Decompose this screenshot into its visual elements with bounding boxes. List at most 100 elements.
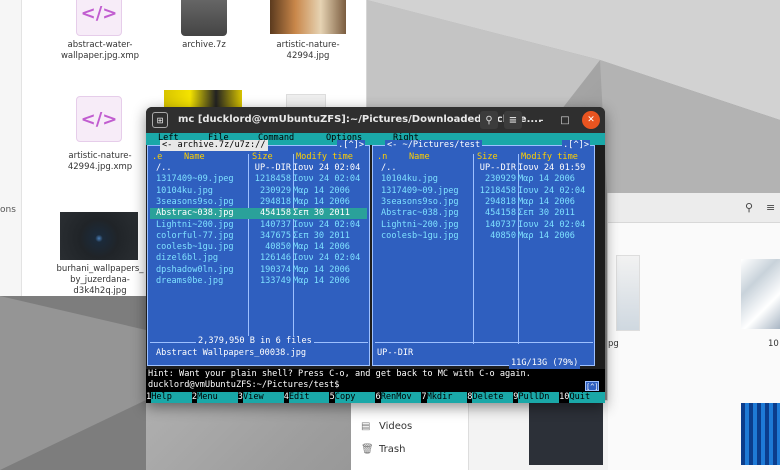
file-name: coolesb~1gu.jpg (156, 242, 234, 253)
fkey-delete[interactable]: 8Delete (467, 392, 514, 403)
file-label[interactable]: pg (608, 339, 619, 349)
file-mtime: Ιουν 24 02:04 (293, 219, 361, 230)
left-panel[interactable]: <- archive.7z/u7z:// .[^]> .e Name Size … (147, 140, 370, 366)
file-size: 454158 (259, 208, 291, 219)
file-name: 1317409~09.jpeg (156, 174, 234, 185)
hamburger-menu-icon[interactable]: ≡ (504, 111, 522, 129)
archive-file-icon[interactable] (181, 0, 227, 36)
fkey-copy[interactable]: 5Copy (329, 392, 376, 403)
file-row[interactable]: dpshadow0ln.jpg 190374 Μαρ 14 2006 (150, 265, 367, 276)
right-panel-corner[interactable]: .[^]> (562, 140, 590, 152)
file-row[interactable]: 3seasons9so.jpg 294818 Μαρ 14 2006 (150, 197, 367, 208)
search-icon[interactable]: ⚲ (745, 201, 753, 214)
search-icon[interactable]: ⚲ (480, 111, 498, 129)
file-name: coolesb~1gu.jpg (381, 230, 459, 241)
image-thumbnail[interactable] (741, 403, 780, 465)
column-header-name[interactable]: Name (409, 152, 430, 163)
file-row[interactable]: 10104ku.jpg 230929 Μαρ 14 2006 (375, 174, 592, 185)
fkey-mkdir[interactable]: 7Mkdir (421, 392, 468, 403)
file-mtime: Σεπ 30 2011 (518, 208, 575, 219)
file-size: 140737 (259, 219, 291, 230)
file-row[interactable]: Abstrac~038.jpg 454158 Σεπ 30 2011 (150, 208, 367, 220)
sidebar-item-videos[interactable]: ▤ Videos (361, 421, 412, 432)
file-row[interactable]: 1317409~09.jpeg 1218458 Ιουν 24 02:04 (150, 174, 367, 185)
fkey-label: Menu (197, 392, 238, 403)
fkey-label: Quit (569, 392, 605, 403)
file-row[interactable]: coolesb~1gu.jpg 40850 Μαρ 14 2006 (150, 242, 367, 253)
file-size: 230929 (259, 185, 291, 196)
terminal-titlebar[interactable]: ⊞ mc [ducklord@vmUbuntuZFS]:~/Pictures/D… (146, 107, 605, 133)
menu-icon[interactable]: ≡ (766, 201, 775, 214)
xmp-file-icon[interactable]: </> (76, 96, 122, 142)
image-thumbnail[interactable] (60, 212, 138, 260)
left-panel-corner[interactable]: .[^]> (337, 140, 365, 152)
file-row[interactable]: dreams0be.jpg 133749 Μαρ 14 2006 (150, 276, 367, 287)
column-header-size[interactable]: Size (477, 152, 498, 163)
file-label[interactable]: archive.7z (158, 40, 250, 51)
fkey-edit[interactable]: 4Edit (283, 392, 330, 403)
fkey-quit[interactable]: 10Quit (559, 392, 605, 403)
column-header-sort[interactable]: .e (152, 152, 162, 163)
file-row[interactable]: 10104ku.jpg 230929 Μαρ 14 2006 (150, 186, 367, 197)
disk-usage: 11G/13G (79%) (509, 358, 581, 370)
fkey-label: Delete (472, 392, 514, 403)
image-thumbnail[interactable] (741, 259, 780, 329)
file-row[interactable]: /.. UP--DIR Ιουν 24 01:59 (375, 163, 592, 174)
file-row[interactable]: colorful-77.jpg 347675 Σεπ 30 2011 (150, 231, 367, 242)
shell-prompt[interactable]: ducklord@vmUbuntuZFS:~/Pictures/test$ [^… (146, 380, 605, 392)
file-row[interactable]: /.. UP--DIR Ιουν 24 02:04 (150, 163, 367, 174)
file-grid (468, 401, 608, 470)
file-size: 190374 (259, 264, 291, 275)
column-header-mtime[interactable]: Modify time (521, 152, 578, 163)
close-icon[interactable]: ✕ (582, 111, 600, 129)
file-mtime: Ιουν 24 02:04 (293, 163, 361, 173)
fkey-pulldn[interactable]: 9PullDn (513, 392, 559, 403)
fkey-view[interactable]: 3View (237, 392, 284, 403)
file-name: Abstrac~038.jpg (156, 208, 234, 219)
file-label[interactable]: artistic-nature- 42994.jpg (262, 40, 354, 62)
file-row[interactable]: 1317409~09.jpeg 1218458 Ιουν 24 02:04 (375, 186, 592, 197)
file-mtime: Μαρ 14 2006 (518, 196, 575, 207)
image-thumbnail[interactable] (529, 403, 603, 465)
terminal-window: ⊞ mc [ducklord@vmUbuntuZFS]:~/Pictures/D… (146, 107, 605, 403)
file-mtime: Ιουν 24 02:04 (293, 174, 361, 185)
file-row[interactable]: dizel6bl.jpg 126146 Ιουν 24 02:04 (150, 253, 367, 264)
file-row[interactable]: 3seasons9so.jpg 294818 Μαρ 14 2006 (375, 197, 592, 208)
file-mtime: Σεπ 30 2011 (293, 230, 350, 241)
left-panel-status: Abstract Wallpapers_00038.jpg (156, 348, 307, 358)
column-header-name[interactable]: Name (184, 152, 205, 163)
file-name: Abstrac~038.jpg (381, 208, 459, 219)
prompt-tip[interactable]: [^] (585, 381, 599, 391)
file-row[interactable]: Abstrac~038.jpg 454158 Σεπ 30 2011 (375, 208, 592, 219)
fkey-help[interactable]: 1Help (146, 392, 192, 403)
right-panel-path: <- ~/Pictures/test (385, 140, 483, 152)
file-name: 10104ku.jpg (381, 174, 438, 185)
image-thumbnail[interactable] (616, 255, 640, 331)
fkey-menu[interactable]: 2Menu (191, 392, 238, 403)
fkey-renmov[interactable]: 6RenMov (375, 392, 422, 403)
file-name: /.. (156, 163, 172, 173)
minimize-icon[interactable]: – (532, 111, 550, 129)
file-label[interactable]: abstract-water-wallpaper.jpg.xmp (54, 40, 146, 62)
header-bar: ⚲ ≡ (608, 193, 780, 223)
new-tab-icon[interactable]: ⊞ (152, 112, 168, 128)
file-label[interactable]: artistic-nature- 42994.jpg.xmp (54, 151, 146, 173)
file-label[interactable]: 10 (768, 339, 779, 349)
image-thumbnail[interactable] (286, 94, 326, 108)
file-row[interactable]: Lightni~200.jpg 140737 Ιουν 24 02:04 (150, 220, 367, 231)
file-label[interactable]: burhani_wallpapers_ by_juzerdana-d3k4h2q.… (54, 264, 146, 296)
file-row[interactable]: Lightni~200.jpg 140737 Ιουν 24 02:04 (375, 220, 592, 231)
xmp-file-icon[interactable]: </> (76, 0, 122, 36)
sidebar-label: ons (0, 205, 16, 215)
file-manager-sidebar: ▤ Videos 🗑 Trash (351, 400, 608, 470)
column-header-sort[interactable]: .n (377, 152, 387, 163)
maximize-icon[interactable]: □ (556, 111, 574, 129)
right-panel[interactable]: <- ~/Pictures/test .[^]> .n Name Size Mo… (372, 140, 595, 370)
file-mtime: Ιουν 24 02:04 (518, 219, 586, 230)
sidebar-item-trash[interactable]: 🗑 Trash (361, 444, 405, 455)
file-row[interactable]: coolesb~1gu.jpg 40850 Μαρ 14 2006 (375, 231, 592, 242)
file-size: 1218458 (254, 174, 291, 185)
column-header-mtime[interactable]: Modify time (296, 152, 353, 163)
column-header-size[interactable]: Size (252, 152, 273, 163)
image-thumbnail[interactable] (270, 0, 346, 34)
